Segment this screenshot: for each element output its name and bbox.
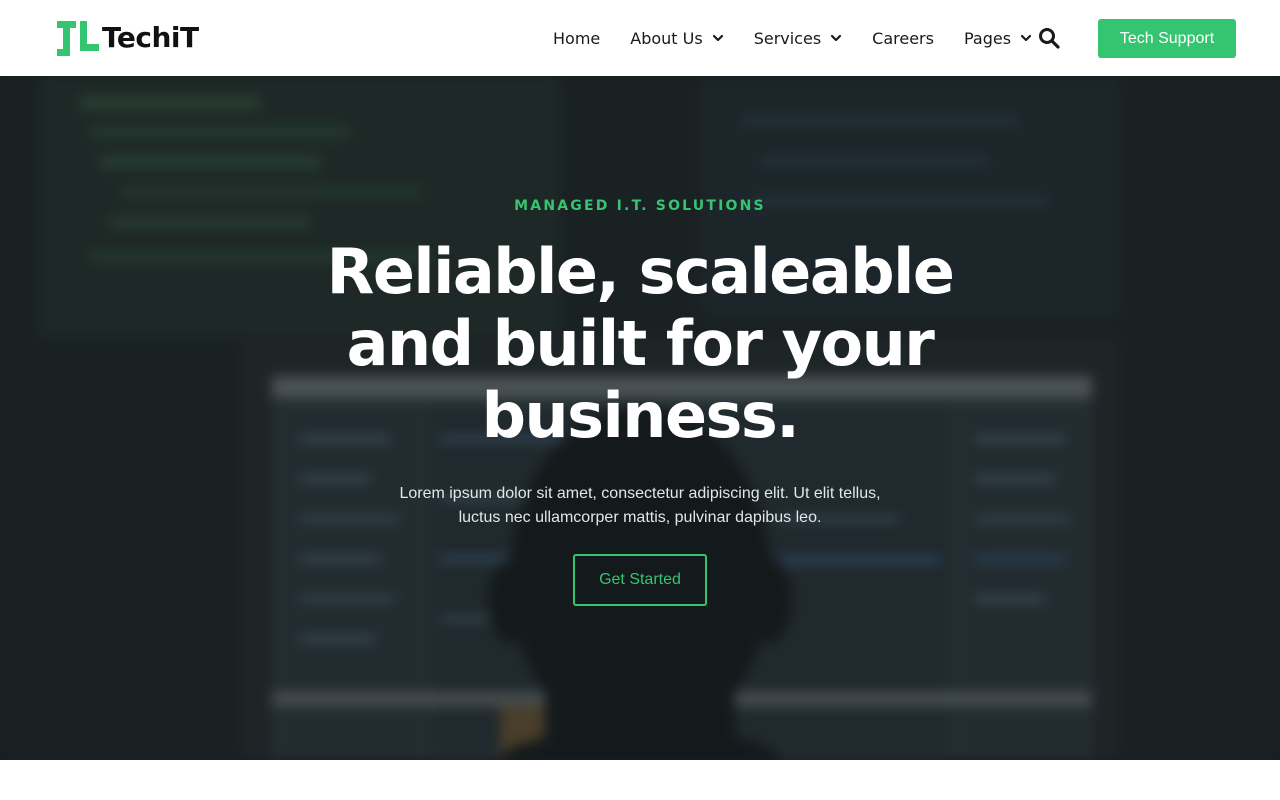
- site-header: TechiT Home About Us Services Careers Pa…: [0, 0, 1280, 76]
- hero-subtext: Lorem ipsum dolor sit amet, consectetur …: [399, 485, 881, 526]
- nav-item-careers[interactable]: Careers: [872, 29, 934, 48]
- nav-item-label: Careers: [872, 28, 934, 48]
- nav-item-label: Services: [753, 28, 822, 48]
- get-started-button[interactable]: Get Started: [573, 554, 707, 606]
- tech-support-button[interactable]: Tech Support: [1098, 19, 1236, 58]
- logo-mark-icon: [57, 21, 99, 56]
- site-logo[interactable]: TechiT: [56, 18, 199, 58]
- hero-headline: Reliable, scaleable and built for your b…: [326, 235, 955, 452]
- nav-item-label: Pages: [963, 28, 1012, 48]
- logo-text: TechiT: [102, 21, 199, 54]
- nav-item-services[interactable]: Services: [754, 29, 842, 48]
- chevron-down-icon: [1020, 34, 1032, 42]
- chevron-down-icon: [831, 34, 842, 42]
- hero-content: MANAGED I.T. SOLUTIONS Reliable, scaleab…: [0, 76, 1280, 760]
- hero-eyebrow: MANAGED I.T. SOLUTIONS: [514, 198, 766, 214]
- main-nav: Home About Us Services Careers Pages: [553, 0, 1062, 76]
- next-section-top: [0, 760, 1280, 800]
- chevron-down-icon: [712, 34, 723, 42]
- nav-item-label: About Us: [630, 28, 703, 48]
- nav-item-label: Home: [553, 28, 601, 48]
- hero-section: MANAGED I.T. SOLUTIONS Reliable, scaleab…: [0, 76, 1280, 760]
- nav-item-about-us[interactable]: About Us: [630, 29, 723, 48]
- nav-item-pages[interactable]: Pages: [964, 29, 1032, 48]
- nav-item-home[interactable]: Home: [553, 29, 600, 48]
- search-icon[interactable]: [1037, 26, 1061, 50]
